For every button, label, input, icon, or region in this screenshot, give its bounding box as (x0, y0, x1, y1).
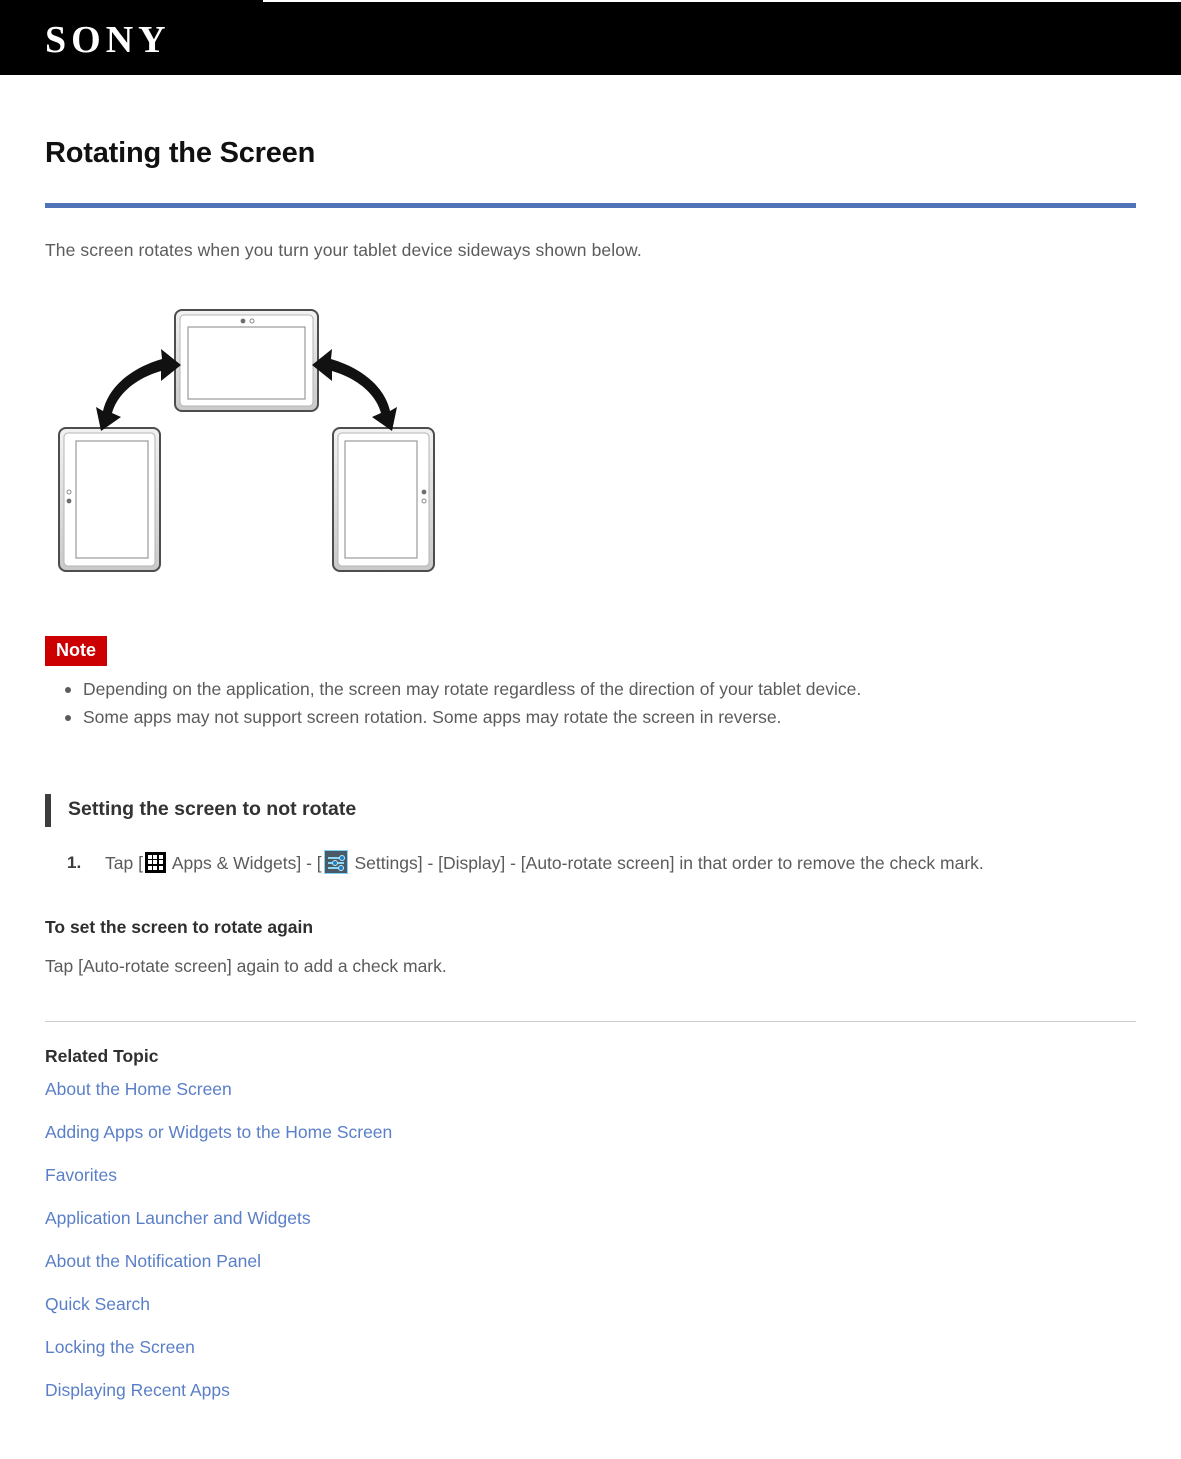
settings-sliders-icon[interactable] (323, 849, 348, 874)
related-link-locking-screen[interactable]: Locking the Screen (45, 1337, 1136, 1358)
site-header: SONY (0, 0, 1181, 75)
section-heading: Setting the screen to not rotate (45, 793, 1136, 827)
tablet-rotation-diagram (53, 303, 1136, 588)
intro-paragraph: The screen rotates when you turn your ta… (45, 240, 642, 260)
related-divider (45, 1021, 1136, 1023)
step-text-prefix: Tap [ (105, 852, 143, 873)
step-text-mid2: Settings] - [Display] - [Auto-rotate scr… (349, 852, 984, 873)
step-text-mid1: Apps & Widgets] - [ (167, 852, 322, 873)
page-title: Rotating the Screen (45, 137, 316, 169)
section-heading-label: Setting the screen to not rotate (68, 797, 357, 820)
apps-grid-icon[interactable] (144, 851, 166, 873)
related-link-adding-apps-widgets[interactable]: Adding Apps or Widgets to the Home Scree… (45, 1122, 1136, 1143)
page-content: Rotating the Screen The screen rotates w… (0, 137, 1181, 1401)
list-item: Depending on the application, the screen… (45, 675, 1136, 703)
related-link-favorites[interactable]: Favorites (45, 1165, 1136, 1186)
header-top-rule (263, 0, 1181, 2)
rotate-again-heading: To set the screen to rotate again (45, 917, 314, 938)
title-divider (45, 203, 1136, 208)
related-topic-title: Related Topic (45, 1046, 159, 1067)
sony-wordmark-logo[interactable]: SONY (45, 18, 171, 62)
rotate-again-body: Tap [Auto-rotate screen] again to add a … (45, 956, 447, 977)
steps-list: Tap [ Apps & Widgets] - [ Settings] - [D… (45, 849, 1136, 877)
heading-accent-bar (45, 793, 51, 827)
related-links-list: About the Home Screen Adding Apps or Wid… (45, 1079, 1136, 1401)
list-item: Some apps may not support screen rotatio… (45, 703, 1136, 731)
related-link-about-home-screen[interactable]: About the Home Screen (45, 1079, 1136, 1100)
note-badge: Note (45, 636, 107, 666)
related-link-displaying-recent-apps[interactable]: Displaying Recent Apps (45, 1380, 1136, 1401)
related-link-application-launcher[interactable]: Application Launcher and Widgets (45, 1208, 1136, 1229)
list-item: Tap [ Apps & Widgets] - [ Settings] - [D… (67, 849, 1136, 877)
related-link-notification-panel[interactable]: About the Notification Panel (45, 1251, 1136, 1272)
related-link-quick-search[interactable]: Quick Search (45, 1294, 1136, 1315)
note-list: Depending on the application, the screen… (45, 675, 1136, 732)
